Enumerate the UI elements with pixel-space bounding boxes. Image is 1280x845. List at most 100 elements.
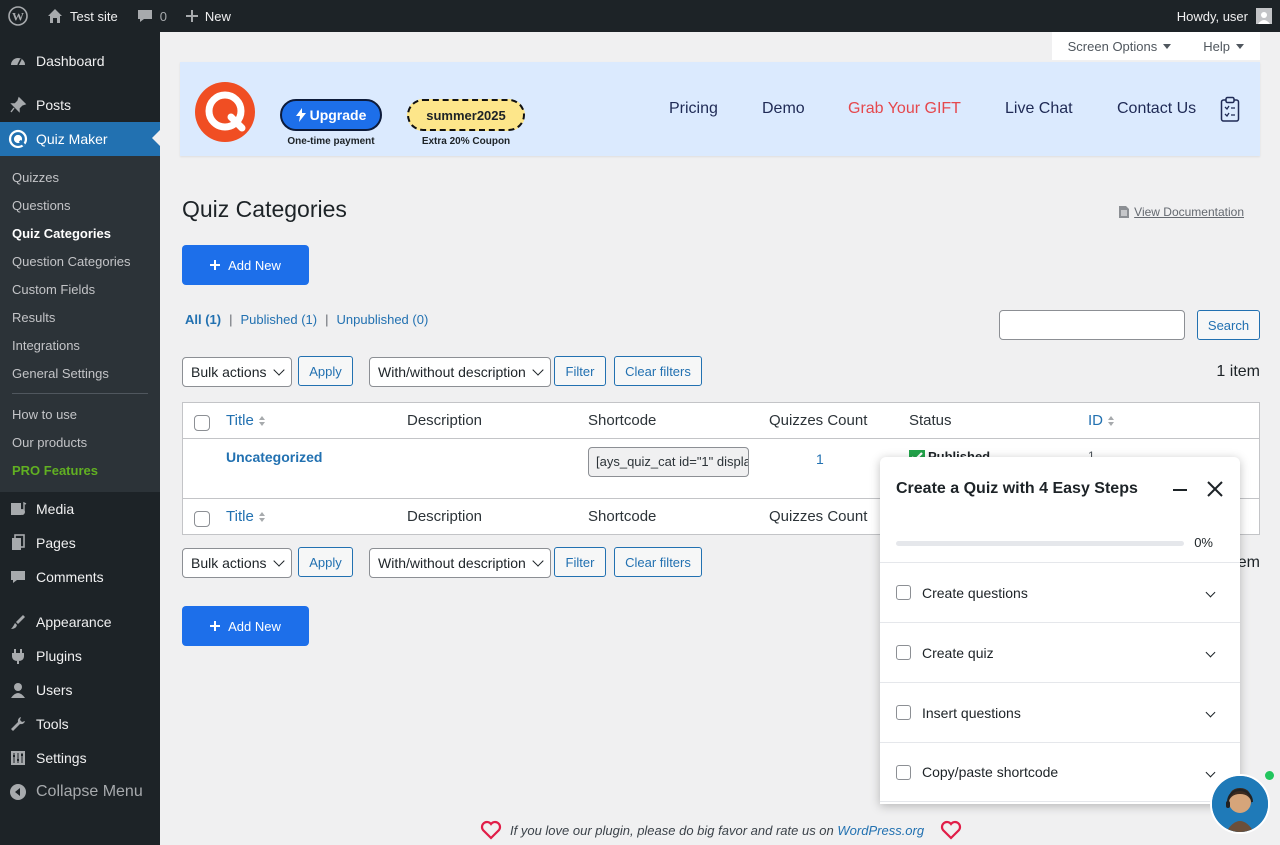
menu-dashboard[interactable]: Dashboard <box>0 44 160 78</box>
column-title[interactable]: Title <box>218 402 399 439</box>
submenu-how-to-use[interactable]: How to use <box>0 400 160 428</box>
submenu-quizzes[interactable]: Quizzes <box>0 163 160 191</box>
apply-button[interactable]: Apply <box>298 356 353 386</box>
submenu-results[interactable]: Results <box>0 303 160 331</box>
help-button[interactable]: Help <box>1187 32 1260 60</box>
view-published-link[interactable]: Published (1) <box>241 312 318 327</box>
menu-media[interactable]: Media <box>0 492 160 526</box>
view-unpublished-link[interactable]: Unpublished (0) <box>337 312 429 327</box>
coupon-subtitle: Extra 20% Coupon <box>421 136 511 147</box>
comments-link[interactable]: 0 <box>126 0 175 32</box>
chevron-down-icon <box>1205 587 1216 598</box>
menu-plugins[interactable]: Plugins <box>0 639 160 673</box>
menu-quiz-maker[interactable]: Quiz Maker <box>0 122 160 156</box>
submenu-question-categories[interactable]: Question Categories <box>0 247 160 275</box>
menu-comments[interactable]: Comments <box>0 560 160 594</box>
site-name-link[interactable]: Test site <box>36 0 126 32</box>
add-new-button-bottom[interactable]: Add New <box>182 606 309 646</box>
filter-button-bottom[interactable]: Filter <box>554 547 606 577</box>
clear-filters-button[interactable]: Clear filters <box>614 356 702 386</box>
step-checkbox[interactable] <box>896 585 911 600</box>
select-all-checkbox[interactable] <box>194 414 210 431</box>
row-title-link[interactable]: Uncategorized <box>226 449 322 465</box>
menu-appearance[interactable]: Appearance <box>0 605 160 639</box>
menu-posts[interactable]: Posts <box>0 88 160 122</box>
search-button[interactable]: Search <box>1197 310 1260 340</box>
wordpress-logo-menu[interactable]: W <box>0 0 36 32</box>
menu-users[interactable]: Users <box>0 673 160 707</box>
nav-demo[interactable]: Demo <box>762 100 805 118</box>
column-title[interactable]: Title <box>218 498 399 535</box>
live-chat-avatar[interactable] <box>1210 774 1270 834</box>
apply-button-bottom[interactable]: Apply <box>298 547 353 577</box>
step-checkbox[interactable] <box>896 705 911 720</box>
close-icon[interactable] <box>1206 480 1224 498</box>
submenu-divider <box>12 393 148 394</box>
upgrade-label: Upgrade <box>309 107 367 123</box>
step-copy-shortcode[interactable]: Copy/paste shortcode <box>880 742 1240 802</box>
column-id-label: ID <box>1088 412 1103 429</box>
home-icon <box>46 7 64 25</box>
getting-started-panel: Create a Quiz with 4 Easy Steps 0% Creat… <box>880 457 1240 804</box>
column-id[interactable]: ID <box>1080 402 1260 439</box>
status-views: All (1) | Published (1) | Unpublished (0) <box>185 312 428 327</box>
coupon-code[interactable]: summer2025 <box>407 99 525 131</box>
submenu-general-settings[interactable]: General Settings <box>0 359 160 387</box>
add-new-button[interactable]: Add New <box>182 245 309 285</box>
submenu-quiz-categories[interactable]: Quiz Categories <box>0 219 160 247</box>
bulk-actions-select[interactable]: Bulk actions <box>182 357 292 387</box>
nav-contact-us[interactable]: Contact Us <box>1117 100 1196 118</box>
submenu-questions[interactable]: Questions <box>0 191 160 219</box>
submenu-our-products[interactable]: Our products <box>0 428 160 456</box>
quizzes-count-link[interactable]: 1 <box>816 451 824 467</box>
menu-label: Comments <box>36 569 104 585</box>
nav-live-chat[interactable]: Live Chat <box>1005 100 1073 118</box>
column-description: Description <box>399 402 580 439</box>
clipboard-checklist-icon[interactable] <box>1220 96 1240 122</box>
nav-pricing[interactable]: Pricing <box>669 100 718 118</box>
nav-grab-gift[interactable]: Grab Your GIFT <box>848 100 961 118</box>
search-input[interactable] <box>999 310 1185 340</box>
view-all-link[interactable]: All (1) <box>185 312 221 327</box>
description-filter-select-bottom[interactable]: With/without description <box>369 548 551 578</box>
collapse-menu-button[interactable]: Collapse Menu <box>0 775 160 809</box>
column-title-label: Title <box>226 412 254 429</box>
menu-tools[interactable]: Tools <box>0 707 160 741</box>
menu-label: Quiz Maker <box>36 131 108 147</box>
clear-filters-button-bottom[interactable]: Clear filters <box>614 547 702 577</box>
minimize-icon[interactable] <box>1172 481 1188 497</box>
menu-label: Settings <box>36 750 87 766</box>
select-all-checkbox[interactable] <box>194 510 210 527</box>
screen-meta-links: Screen Options Help <box>1051 32 1260 60</box>
row-checkbox-cell <box>182 438 218 499</box>
submenu-custom-fields[interactable]: Custom Fields <box>0 275 160 303</box>
upgrade-button[interactable]: Upgrade <box>280 99 382 131</box>
shortcode-field[interactable]: [ays_quiz_cat id="1" display="all"] <box>588 447 749 477</box>
wordpress-org-link[interactable]: WordPress.org <box>837 823 924 838</box>
step-checkbox[interactable] <box>896 764 911 780</box>
submenu-pro-features[interactable]: PRO Features <box>0 456 160 484</box>
chevron-down-icon <box>532 555 544 567</box>
pushpin-icon <box>8 95 28 115</box>
sort-icon <box>1108 415 1114 426</box>
bulk-actions-select-bottom[interactable]: Bulk actions <box>182 548 292 578</box>
select-all-cell <box>182 402 218 439</box>
step-checkbox[interactable] <box>896 645 911 660</box>
new-content-menu[interactable]: New <box>175 0 239 32</box>
promo-banner: Upgrade One-time payment summer2025 Extr… <box>180 62 1260 156</box>
step-create-questions[interactable]: Create questions <box>880 562 1240 622</box>
description-filter-select[interactable]: With/without description <box>369 357 551 387</box>
chevron-down-icon <box>273 555 285 567</box>
menu-pages[interactable]: Pages <box>0 526 160 560</box>
submenu-integrations[interactable]: Integrations <box>0 331 160 359</box>
filter-button[interactable]: Filter <box>554 356 606 386</box>
step-create-quiz[interactable]: Create quiz <box>880 622 1240 682</box>
view-documentation-link[interactable]: View Documentation <box>1119 205 1244 219</box>
menu-settings[interactable]: Settings <box>0 741 160 775</box>
my-account-menu[interactable]: Howdy, user <box>1169 0 1280 32</box>
chevron-down-icon <box>1205 707 1216 718</box>
admin-bar: W Test site 0 New Howdy, user <box>0 0 1280 32</box>
screen-options-button[interactable]: Screen Options <box>1051 32 1188 60</box>
step-label: Create questions <box>922 584 1028 601</box>
step-insert-questions[interactable]: Insert questions <box>880 682 1240 742</box>
